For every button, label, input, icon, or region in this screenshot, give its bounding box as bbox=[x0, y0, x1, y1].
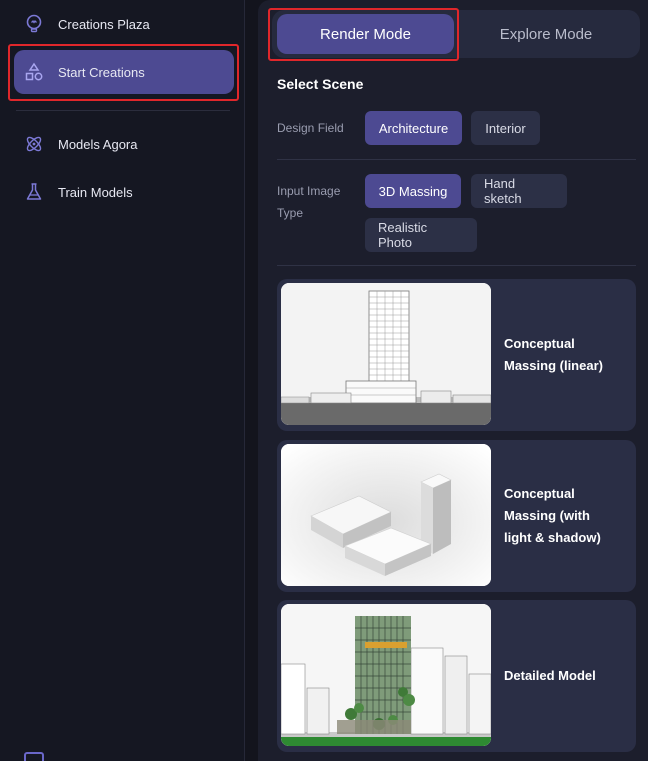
select-scene-title: Select Scene bbox=[277, 76, 364, 92]
divider bbox=[277, 159, 636, 160]
conceptual-massing-linear-thumbnail bbox=[281, 283, 491, 425]
sidebar-item-label: Creations Plaza bbox=[58, 16, 150, 32]
sidebar-item-label: Train Models bbox=[58, 184, 133, 200]
card-label: Conceptual Massing (linear) bbox=[504, 336, 603, 373]
card-label: Detailed Model bbox=[504, 668, 596, 683]
realistic-photo-chip[interactable]: Realistic Photo bbox=[365, 218, 477, 252]
card-label: Conceptual Massing (with light & shadow) bbox=[504, 486, 601, 545]
sidebar-item-train-models[interactable]: Train Models bbox=[14, 170, 234, 214]
sidebar-item-label: Models Agora bbox=[58, 136, 138, 152]
flask-icon bbox=[24, 182, 44, 202]
3d-massing-chip[interactable]: 3D Massing bbox=[365, 174, 461, 208]
hand-sketch-chip[interactable]: Hand sketch bbox=[471, 174, 567, 208]
lightbulb-icon bbox=[24, 14, 44, 34]
sidebar-divider bbox=[16, 110, 230, 111]
design-field-label: Design Field bbox=[277, 121, 344, 135]
settings-icon[interactable] bbox=[24, 752, 44, 761]
scene-card-conceptual-shadow[interactable]: Conceptual Massing (with light & shadow) bbox=[277, 440, 636, 592]
input-image-type-label: Input Image Type bbox=[277, 184, 341, 220]
conceptual-massing-shadow-thumbnail bbox=[281, 444, 491, 586]
sidebar-item-models-agora[interactable]: Models Agora bbox=[14, 122, 234, 166]
sidebar-item-label: Start Creations bbox=[58, 64, 145, 80]
sidebar: Creations Plaza Start Creations Models A… bbox=[0, 0, 245, 761]
explore-mode-button[interactable]: Explore Mode bbox=[458, 14, 634, 54]
shapes-icon bbox=[24, 62, 44, 82]
divider bbox=[277, 265, 636, 266]
sidebar-item-creations-plaza[interactable]: Creations Plaza bbox=[14, 2, 234, 46]
detailed-model-thumbnail bbox=[281, 604, 491, 746]
architecture-chip[interactable]: Architecture bbox=[365, 111, 462, 145]
scene-card-detailed-model[interactable]: Detailed Model bbox=[277, 600, 636, 752]
interior-chip[interactable]: Interior bbox=[471, 111, 540, 145]
sidebar-item-start-creations[interactable]: Start Creations bbox=[14, 50, 234, 94]
scene-card-conceptual-linear[interactable]: Conceptual Massing (linear) bbox=[277, 279, 636, 431]
render-mode-button[interactable]: Render Mode bbox=[277, 14, 454, 54]
atom-icon bbox=[24, 134, 44, 154]
